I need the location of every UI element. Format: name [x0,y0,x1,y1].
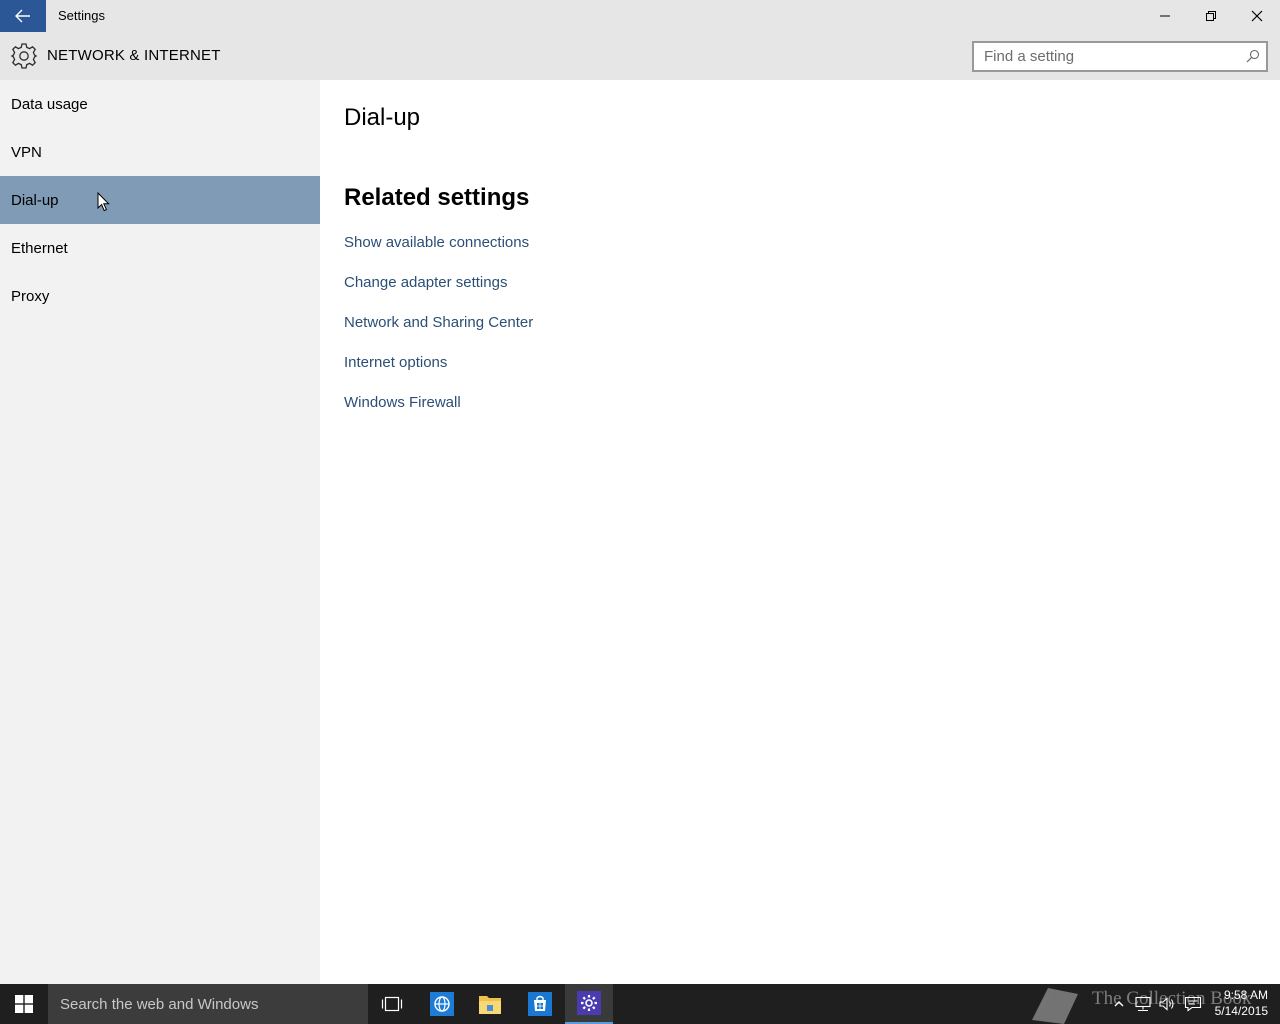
minimize-icon [1160,15,1170,17]
sidebar-item-ethernet[interactable]: Ethernet [0,224,320,272]
volume-icon[interactable] [1158,996,1176,1012]
book-logo-icon [1032,988,1078,1024]
link-change-adapter-settings[interactable]: Change adapter settings [344,274,507,291]
taskbar: Search the web and Windows The Collectio… [0,984,1280,1024]
sidebar-item-label: Data usage [11,95,88,113]
file-explorer-button[interactable] [466,984,514,1024]
store-icon [528,992,552,1016]
task-view-button[interactable] [368,984,416,1024]
minimize-button[interactable] [1142,0,1188,32]
link-windows-firewall[interactable]: Windows Firewall [344,394,461,411]
section-title: NETWORK & INTERNET [47,47,221,64]
link-network-sharing-center[interactable]: Network and Sharing Center [344,314,533,331]
sidebar-item-dial-up[interactable]: Dial-up [0,176,320,224]
close-button[interactable] [1234,0,1280,32]
action-center-icon[interactable] [1184,996,1202,1012]
search-icon[interactable] [1246,49,1260,63]
sidebar-item-label: Proxy [11,287,50,305]
clock-date: 5/14/2015 [1214,1004,1268,1018]
network-icon[interactable] [1134,996,1152,1012]
gear-icon [10,43,38,69]
sidebar: Data usage VPN Dial-up Ethernet Proxy [0,80,320,984]
start-button[interactable] [0,984,48,1024]
store-button[interactable] [516,984,564,1024]
file-explorer-icon [479,996,501,1014]
clock-time: 9:58 AM [1223,988,1268,1002]
internet-explorer-icon [430,992,454,1016]
internet-explorer-button[interactable] [418,984,466,1024]
main-content: Dial-up Related settings Show available … [320,80,1280,984]
sidebar-item-data-usage[interactable]: Data usage [0,80,320,128]
restore-button[interactable] [1188,0,1234,32]
title-bar: Settings [0,0,1280,32]
sidebar-item-vpn[interactable]: VPN [0,128,320,176]
windows-logo-icon [15,995,33,1013]
show-hidden-icons-icon[interactable] [1110,996,1128,1012]
settings-icon [577,991,601,1015]
task-view-icon [381,996,403,1012]
clock[interactable]: 9:58 AM 5/14/2015 [1208,987,1268,1019]
back-button[interactable] [0,0,46,32]
link-internet-options[interactable]: Internet options [344,354,447,371]
find-setting-search[interactable] [972,41,1268,72]
related-settings-heading: Related settings [344,184,530,211]
sidebar-item-label: Dial-up [11,191,59,209]
mouse-pointer-icon [97,192,110,212]
sidebar-item-label: Ethernet [11,239,68,257]
sidebar-item-proxy[interactable]: Proxy [0,272,320,320]
close-icon [1251,10,1263,22]
settings-taskbar-button[interactable] [565,984,613,1024]
taskbar-search-box[interactable]: Search the web and Windows [48,984,368,1024]
sidebar-item-label: VPN [11,143,42,161]
search-input[interactable] [974,43,1234,70]
page-title: Dial-up [344,104,421,131]
taskbar-search-placeholder: Search the web and Windows [60,995,259,1013]
link-show-available-connections[interactable]: Show available connections [344,234,529,251]
app-title: Settings [58,8,105,23]
settings-header: NETWORK & INTERNET [0,32,1280,80]
arrow-left-icon [15,9,30,23]
restore-icon [1206,11,1216,21]
